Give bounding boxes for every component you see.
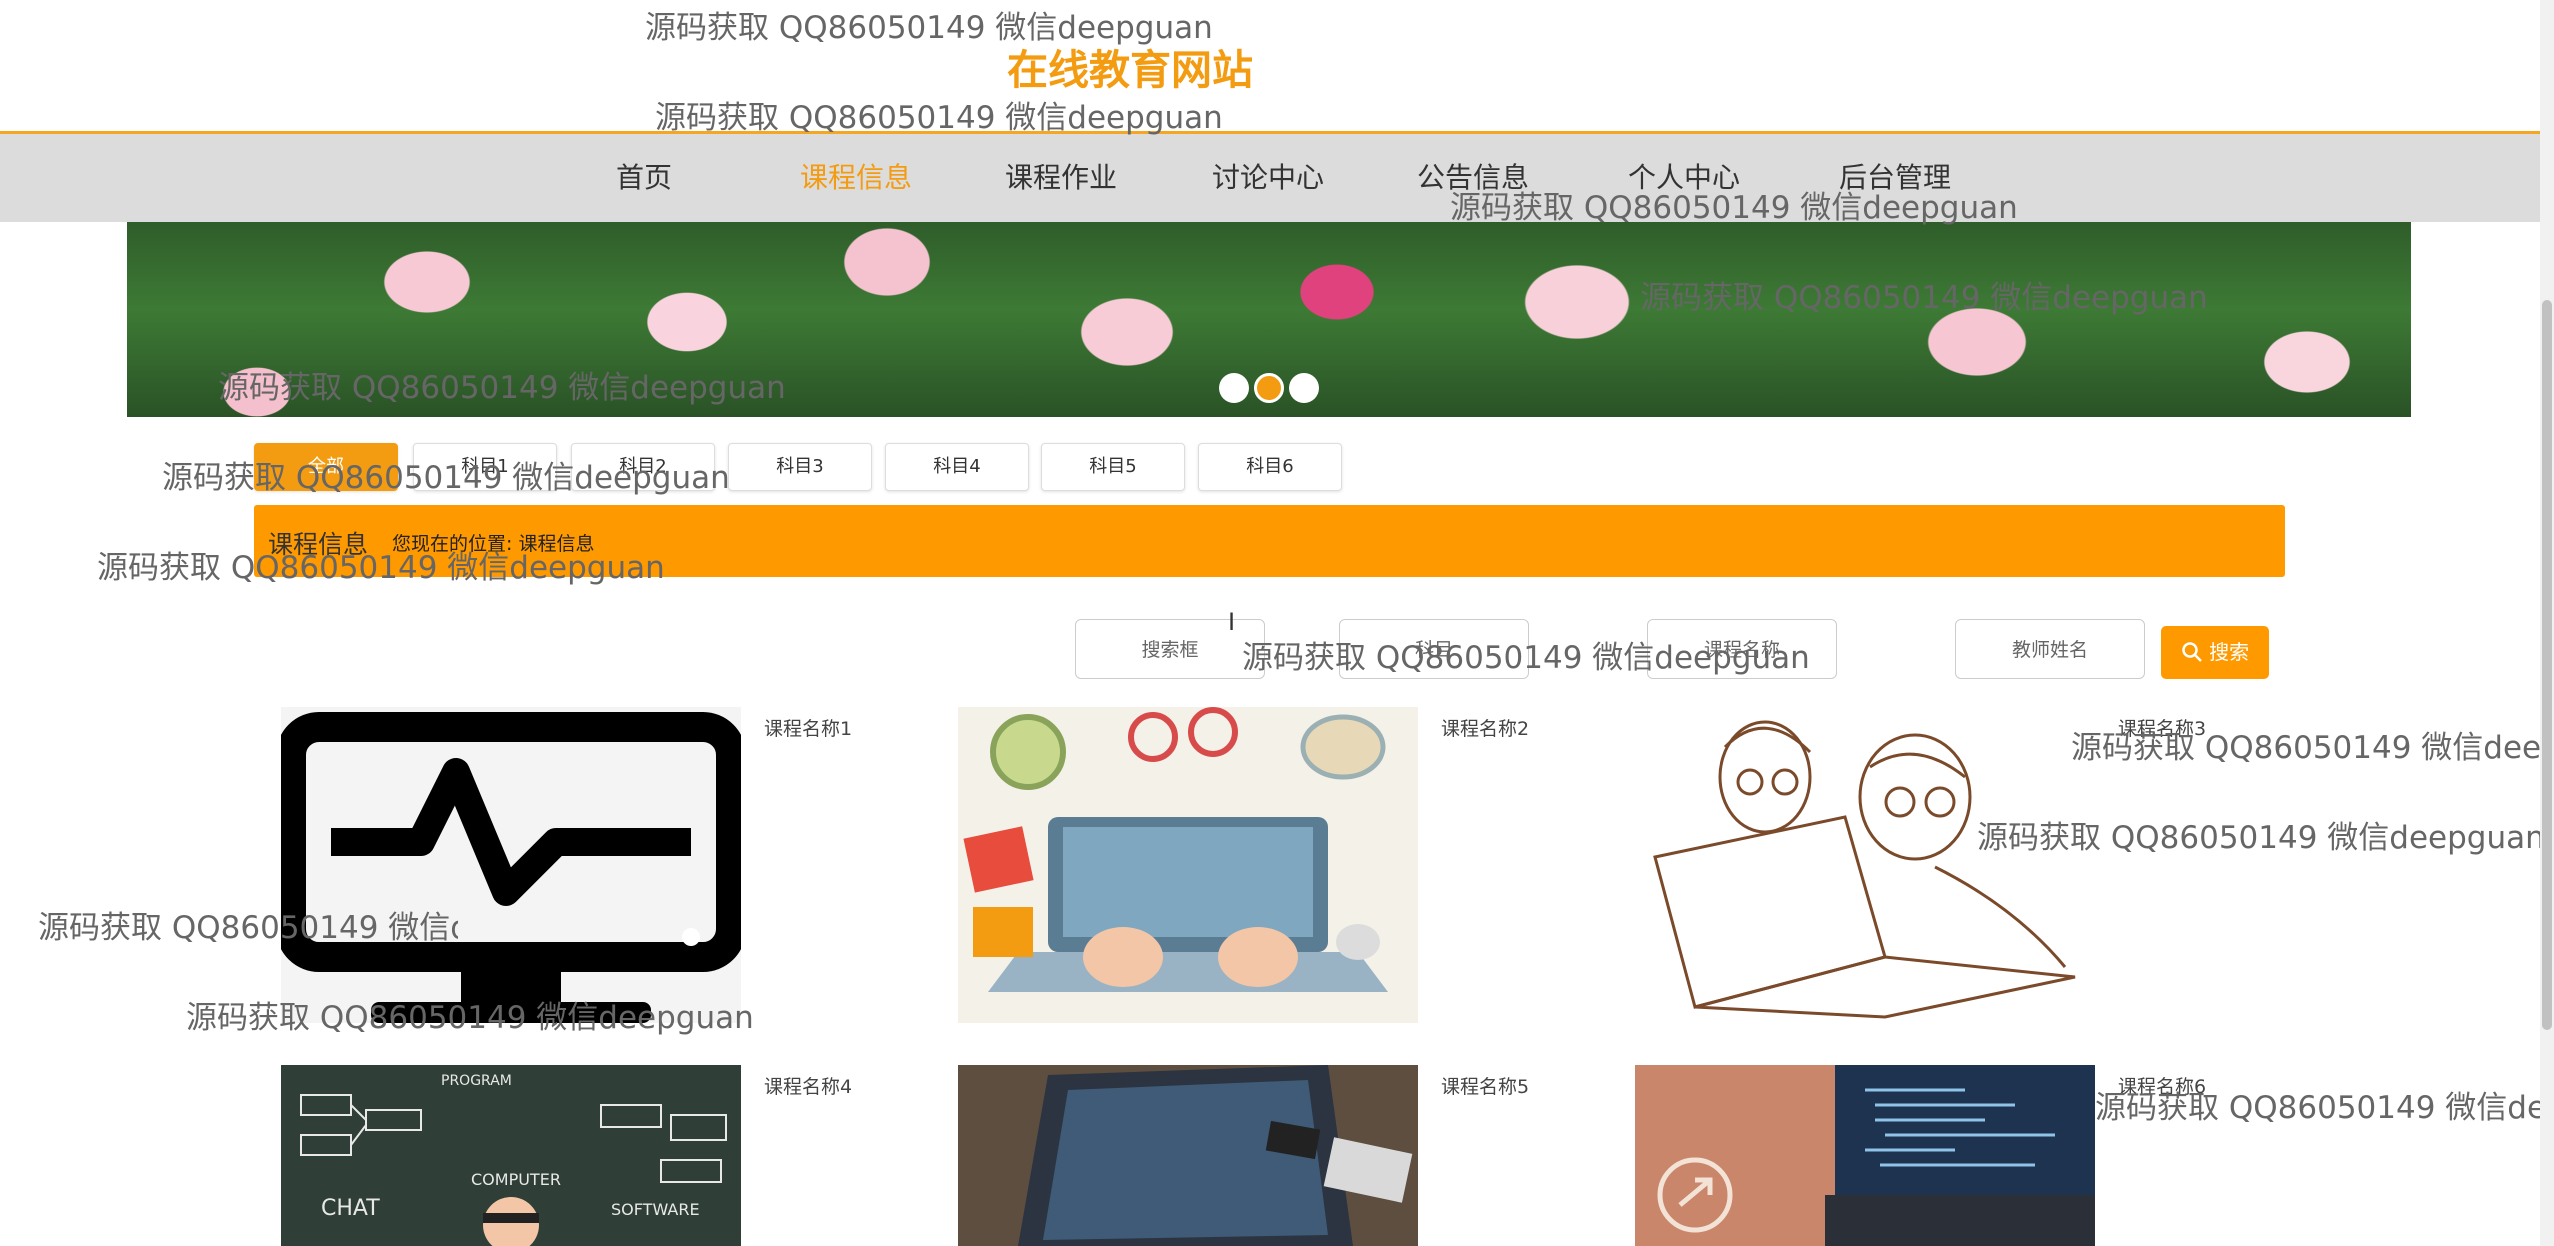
search-button[interactable]: 搜索 (2161, 626, 2269, 679)
teacher-name-input[interactable]: 教师姓名 (1955, 619, 2145, 679)
subject-tab-1[interactable]: 科目1 (413, 443, 557, 491)
course-4-name[interactable]: 课程名称4 (764, 1072, 852, 1099)
nav-item-announcements[interactable]: 公告信息 (1417, 156, 1529, 196)
course-name-input[interactable]: 课程名称 (1647, 619, 1837, 679)
nav-item-home[interactable]: 首页 (616, 156, 672, 196)
course-2-name[interactable]: 课程名称2 (1441, 714, 1529, 741)
svg-text:PROGRAM: PROGRAM (441, 1073, 512, 1089)
course-1-name[interactable]: 课程名称1 (764, 714, 852, 741)
course-2-image[interactable] (958, 707, 1418, 1023)
subject-tab-3[interactable]: 科目3 (728, 443, 872, 491)
programming-chalkboard: PROGRAM CHAT COMPUTER SOFTWARE (300, 1073, 727, 1246)
course-1-image[interactable] (281, 707, 741, 1023)
course-3-image[interactable] (1635, 707, 2095, 1023)
nav-item-homework[interactable]: 课程作业 (1005, 156, 1117, 196)
course-3-name[interactable]: 课程名称3 (2118, 714, 2206, 741)
subject-tab-5[interactable]: 科目5 (1041, 443, 1185, 491)
section-title: 课程信息 (268, 530, 369, 559)
subject-tab-2[interactable]: 科目2 (571, 443, 715, 491)
search-button-label: 搜索 (2209, 640, 2250, 664)
laptop-photo (958, 1065, 1418, 1246)
subject-tab-all[interactable]: 全部 (254, 443, 398, 491)
course-6-name[interactable]: 课程名称6 (2118, 1072, 2206, 1099)
section-header-bar: 课程信息 您现在的位置: 课程信息 (254, 505, 2285, 577)
laptop-illustration (963, 707, 1388, 992)
breadcrumb: 您现在的位置: 课程信息 (392, 529, 594, 556)
course-4-image[interactable]: PROGRAM CHAT COMPUTER SOFTWARE (281, 1065, 741, 1246)
search-input[interactable]: 搜索框 (1075, 619, 1265, 679)
subject-filter-input[interactable]: 科目 (1339, 619, 1529, 679)
course-5-name[interactable]: 课程名称5 (1441, 1072, 1529, 1099)
breadcrumb-current[interactable]: 课程信息 (518, 533, 594, 555)
carousel-dot-3[interactable] (1289, 373, 1319, 403)
nav-item-discussion[interactable]: 讨论中心 (1212, 156, 1324, 196)
carousel-dot-2[interactable] (1254, 373, 1284, 403)
subject-tab-4[interactable]: 科目4 (885, 443, 1029, 491)
text-cursor-icon: I (1228, 608, 1236, 636)
nav-item-profile[interactable]: 个人中心 (1628, 156, 1740, 196)
nav-item-courses[interactable]: 课程信息 (800, 156, 912, 196)
svg-text:CHAT: CHAT (321, 1196, 380, 1221)
search-icon (2182, 642, 2202, 662)
svg-text:SOFTWARE: SOFTWARE (611, 1200, 700, 1219)
banner-carousel[interactable] (127, 222, 2411, 417)
course-5-image[interactable] (958, 1065, 1418, 1246)
sketch-people-laptop (1653, 720, 2076, 1019)
carousel-dot-1[interactable] (1219, 373, 1249, 403)
svg-text:COMPUTER: COMPUTER (471, 1170, 561, 1189)
monitor-icon (281, 712, 741, 1023)
course-6-image[interactable] (1635, 1065, 2095, 1246)
main-nav: 首页 课程信息 课程作业 讨论中心 公告信息 个人中心 后台管理 (0, 134, 2540, 222)
code-laptop-photo (1635, 1065, 2095, 1246)
nav-item-admin[interactable]: 后台管理 (1839, 156, 1951, 196)
scrollbar-thumb[interactable] (2542, 300, 2552, 1030)
breadcrumb-label: 您现在的位置: (392, 533, 513, 555)
subject-tab-6[interactable]: 科目6 (1198, 443, 1342, 491)
site-title: 在线教育网站 (1007, 46, 1253, 94)
